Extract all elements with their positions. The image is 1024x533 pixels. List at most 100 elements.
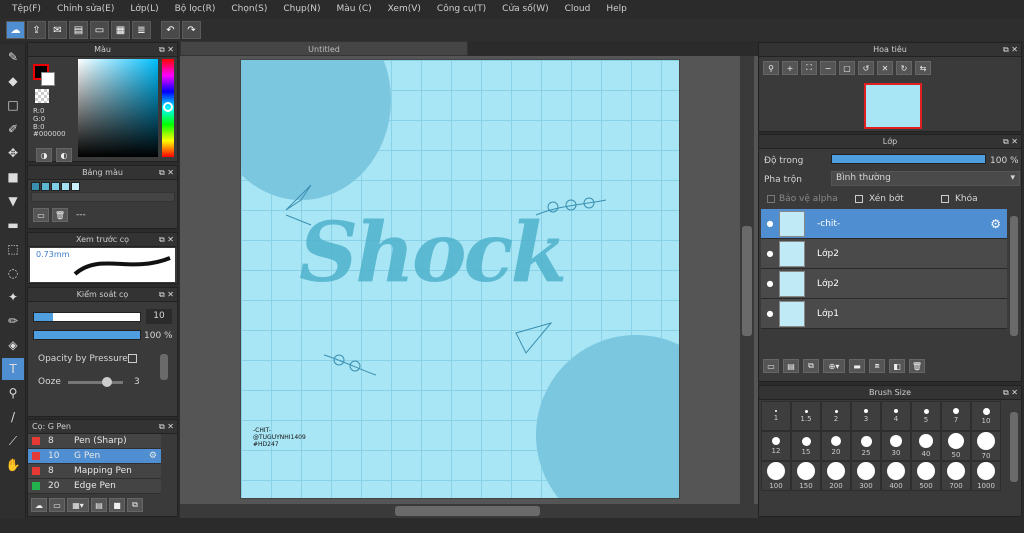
brush-size-cell[interactable]: 1.5 (791, 401, 821, 431)
move-tool-icon[interactable]: ✥ (2, 142, 24, 164)
menu-tools[interactable]: Công cụ(T) (429, 0, 494, 19)
merge-layer-icon[interactable]: ⧈ (869, 359, 885, 373)
select-eraser-icon[interactable]: ◈ (2, 334, 24, 356)
brush-size-value[interactable]: 10 (146, 309, 172, 324)
select-pen-icon[interactable]: ✏ (2, 310, 24, 332)
magic-wand-icon[interactable]: ✦ (2, 286, 24, 308)
text-tool-icon[interactable]: T (2, 358, 24, 380)
zoom-in-icon[interactable]: + (782, 61, 798, 75)
undo-icon[interactable]: ↶ (161, 21, 180, 39)
panel-controls-icon[interactable]: ⧉ ✕ (159, 420, 174, 434)
brush-size-cell[interactable]: 3 (851, 401, 881, 431)
layer-folder-icon[interactable]: ▬ (849, 359, 865, 373)
rotate-left-icon[interactable]: ↺ (858, 61, 874, 75)
layer-row[interactable]: ● Lớp2 (761, 239, 1007, 269)
protect-alpha-checkbox[interactable] (767, 195, 775, 203)
share-icon[interactable]: ⇪ (27, 21, 46, 39)
brush-size-cell[interactable]: 50 (941, 431, 971, 461)
cloud-save-icon[interactable]: ☁ (6, 21, 25, 39)
select-tool-icon[interactable]: ⬚ (2, 238, 24, 260)
brush-size-cell[interactable]: 400 (881, 461, 911, 491)
new-brush-icon[interactable]: ▭ (49, 498, 65, 512)
panel-controls-icon[interactable]: ⧉ ✕ (159, 288, 174, 302)
visibility-icon[interactable]: ● (761, 219, 779, 228)
color-sv-picker[interactable] (78, 59, 158, 157)
brush-size-cell[interactable]: 100 (761, 461, 791, 491)
palette-swatch[interactable] (41, 182, 50, 191)
zoom-out-icon[interactable]: − (820, 61, 836, 75)
panel-controls-icon[interactable]: ⧉ ✕ (159, 43, 174, 57)
canvas-vertical-scrollbar[interactable] (740, 56, 754, 504)
pencil-tool-icon[interactable]: / (2, 406, 24, 428)
menu-filter[interactable]: Bộ lọc(R) (167, 0, 224, 19)
eyedropper-icon[interactable]: ⟋ (2, 430, 24, 452)
rectangle-tool-icon[interactable]: □ (2, 94, 24, 116)
fit-icon[interactable]: ⛶ (801, 61, 817, 75)
brush-opacity-slider[interactable] (33, 330, 141, 340)
gear-icon[interactable]: ⚙ (149, 451, 157, 461)
gradient-tool-icon[interactable]: ▬ (2, 214, 24, 236)
hand-tool-icon[interactable]: ✋ (2, 454, 24, 476)
menu-cloud[interactable]: Cloud (557, 0, 599, 19)
brush-size-cell[interactable]: 5 (911, 401, 941, 431)
canvas[interactable]: Shock -CHIT- @TUGUYNHI1409 #HD247 (240, 59, 680, 499)
brush-size-cell[interactable]: 4 (881, 401, 911, 431)
brush-size-cell[interactable]: 12 (761, 431, 791, 461)
lasso-tool-icon[interactable]: ◌ (2, 262, 24, 284)
document-icon[interactable]: ▤ (69, 21, 88, 39)
new-layer-type-icon[interactable]: ▤ (783, 359, 799, 373)
menu-capture[interactable]: Chụp(N) (275, 0, 328, 19)
brush-control-scrollbar[interactable] (159, 350, 169, 414)
layer-mask-icon[interactable]: ◧ (889, 359, 905, 373)
hue-handle-icon[interactable] (163, 102, 173, 112)
grid-icon[interactable]: ▦ (111, 21, 130, 39)
redo-icon[interactable]: ↷ (182, 21, 201, 39)
fill-rect-tool-icon[interactable]: ■ (2, 166, 24, 188)
delete-palette-icon[interactable]: 🗑 (52, 208, 68, 222)
panel-controls-icon[interactable]: ⧉ ✕ (1003, 43, 1018, 57)
brush-size-cell[interactable]: 15 (791, 431, 821, 461)
brush-row[interactable]: 8 Mapping Pen (28, 464, 161, 479)
menu-window[interactable]: Cửa số(W) (494, 0, 556, 19)
document-tab[interactable]: Untitled (180, 41, 468, 56)
palette-swatch[interactable] (31, 182, 40, 191)
layer-opacity-slider[interactable] (831, 154, 986, 164)
menu-file[interactable]: Tệp(F) (4, 0, 49, 19)
navigator-thumbnail[interactable] (864, 83, 922, 129)
brush-size-cell[interactable]: 30 (881, 431, 911, 461)
menu-help[interactable]: Help (598, 0, 635, 19)
menu-color[interactable]: Màu (C) (329, 0, 380, 19)
brush-size-cell[interactable]: 150 (791, 461, 821, 491)
panel-controls-icon[interactable]: ⧉ ✕ (159, 233, 174, 247)
palette-swatch[interactable] (61, 182, 70, 191)
canvas-horizontal-scrollbar[interactable] (180, 504, 758, 518)
brush-size-slider[interactable] (33, 312, 141, 322)
zoom-icon[interactable]: ⚲ (763, 61, 779, 75)
lock-checkbox[interactable] (941, 195, 949, 203)
delete-layer-icon[interactable]: 🗑 (909, 359, 925, 373)
color-mode-icon[interactable]: ◑ (36, 148, 52, 162)
blend-select[interactable]: Bình thường ▾ (831, 171, 1020, 186)
brush-size-cell[interactable]: 40 (911, 431, 941, 461)
ooze-handle-icon[interactable] (102, 377, 112, 387)
brush-size-cell[interactable]: 10 (971, 401, 1001, 431)
panel-controls-icon[interactable]: ⧉ ✕ (1003, 135, 1018, 149)
transparent-color[interactable] (35, 89, 49, 103)
dropper-tool-icon[interactable]: ⚲ (2, 382, 24, 404)
add-layer-menu-icon[interactable]: ⊕▾ (823, 359, 845, 373)
layer-row[interactable]: ● Lớp1 (761, 299, 1007, 329)
brush-row[interactable]: 20 Edge Pen (28, 479, 161, 494)
menu-view[interactable]: Xem(V) (380, 0, 429, 19)
brush-tool-icon[interactable]: ✎ (2, 46, 24, 68)
reset-view-icon[interactable]: ✕ (877, 61, 893, 75)
brush-row[interactable]: 8 Pen (Sharp) (28, 434, 161, 449)
menu-edit[interactable]: Chỉnh sửa(E) (49, 0, 122, 19)
brush-size-cell[interactable]: 7 (941, 401, 971, 431)
cloud-brush-icon[interactable]: ☁ (31, 498, 47, 512)
brush-size-cell[interactable]: 500 (911, 461, 941, 491)
actual-size-icon[interactable]: ▢ (839, 61, 855, 75)
duplicate-layer-icon[interactable]: ⧉ (803, 359, 819, 373)
layer-row[interactable]: ● Lớp2 (761, 269, 1007, 299)
menu-select[interactable]: Chọn(S) (223, 0, 275, 19)
visibility-icon[interactable]: ● (761, 249, 779, 258)
